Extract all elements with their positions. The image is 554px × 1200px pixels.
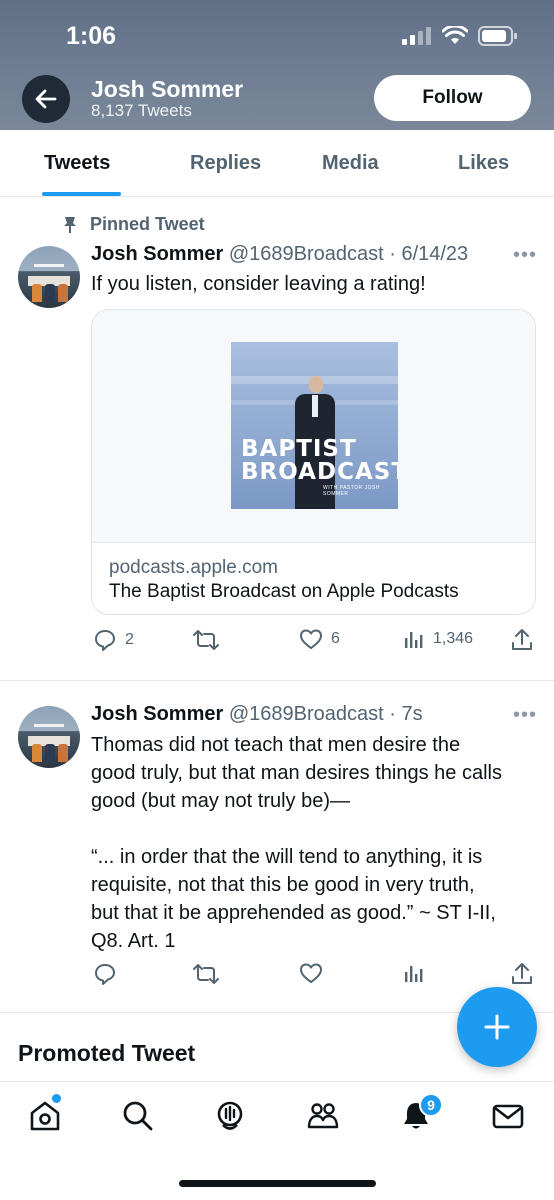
- avatar[interactable]: [18, 246, 80, 308]
- arrow-left-icon: [35, 89, 57, 109]
- tweet-text-line: requisite, not that this be good in very…: [91, 874, 475, 896]
- retweet-icon: [193, 964, 219, 984]
- views-button[interactable]: [403, 962, 425, 984]
- link-card[interactable]: BAPTIST BROADCAST. WITH PASTOR JOSH SOMM…: [91, 309, 536, 615]
- plus-icon: [484, 1014, 510, 1040]
- spaces-icon: [217, 1101, 243, 1130]
- tweet-text-line: Q8. Art. 1: [91, 930, 176, 952]
- tweet-text-line: but that it be apprehended as good.” ~ S…: [91, 902, 496, 924]
- tweet-author[interactable]: Josh Sommer: [91, 703, 223, 725]
- profile-header: 1:06 Josh Sommer 8,137 Tweets Follow: [0, 0, 554, 130]
- share-icon: [512, 629, 532, 650]
- tweet-text: Thomas did not teach that men desire the…: [91, 731, 541, 955]
- tweet-author-line: Josh Sommer @1689Broadcast · 7s: [91, 703, 423, 726]
- card-domain: podcasts.apple.com: [109, 557, 278, 578]
- nav-messages[interactable]: [491, 1099, 525, 1133]
- heart-icon: [300, 629, 322, 649]
- wifi-icon: [442, 26, 468, 44]
- status-icons: [402, 26, 518, 46]
- card-title: The Baptist Broadcast on Apple Podcasts: [109, 581, 459, 602]
- card-media: BAPTIST BROADCAST. WITH PASTOR JOSH SOMM…: [92, 310, 535, 543]
- status-time: 1:06: [66, 22, 117, 50]
- views-icon: [405, 632, 423, 648]
- nav-search[interactable]: [121, 1099, 155, 1133]
- nav-communities[interactable]: [306, 1099, 340, 1133]
- tweet-count: 8,137 Tweets: [91, 101, 192, 120]
- tweet-text-line: good (but may not truly be)—: [91, 790, 351, 812]
- share-icon: [512, 963, 532, 984]
- more-options-icon[interactable]: •••: [513, 704, 537, 727]
- reply-icon: [95, 964, 115, 985]
- profile-name: Josh Sommer: [91, 76, 244, 102]
- reply-count: 2: [125, 631, 134, 648]
- views-button[interactable]: 1,346: [403, 628, 473, 650]
- heart-icon: [300, 963, 322, 983]
- podcast-cover-image: BAPTIST BROADCAST. WITH PASTOR JOSH SOMM…: [231, 342, 398, 509]
- tweet-author[interactable]: Josh Sommer: [91, 243, 223, 265]
- reply-icon: [95, 630, 115, 651]
- cover-title-line2: BROADCAST.: [241, 459, 398, 485]
- search-icon: [123, 1101, 153, 1131]
- like-button[interactable]: 6: [299, 628, 340, 650]
- tab-replies[interactable]: Replies: [190, 152, 261, 175]
- like-count: 6: [331, 630, 340, 647]
- profile-tabs: Tweets Replies Media Likes: [0, 130, 554, 197]
- tweet-text-line: Thomas did not teach that men desire the: [91, 734, 461, 756]
- pinned-label: Pinned Tweet: [62, 214, 205, 235]
- home-indicator[interactable]: [179, 1180, 376, 1187]
- more-options-icon[interactable]: •••: [513, 244, 537, 267]
- compose-tweet-button[interactable]: [457, 987, 537, 1067]
- tab-media[interactable]: Media: [322, 152, 379, 175]
- pinned-text: Pinned Tweet: [90, 214, 205, 234]
- retweet-button[interactable]: [193, 962, 219, 986]
- tweet-text-line: “... in order that the will tend to anyt…: [91, 846, 483, 868]
- tab-likes[interactable]: Likes: [458, 152, 509, 175]
- share-button[interactable]: [511, 962, 533, 986]
- tweet-meta: @1689Broadcast · 6/14/23: [228, 243, 469, 265]
- pin-icon: [64, 216, 76, 233]
- cover-subtitle: WITH PASTOR JOSH SOMMER: [323, 485, 380, 497]
- tab-tweets[interactable]: Tweets: [44, 152, 110, 175]
- view-count: 1,346: [433, 630, 474, 647]
- tweet-actions: 2 6 1,346: [91, 628, 541, 652]
- home-icon: [30, 1101, 60, 1131]
- back-button[interactable]: [22, 75, 70, 123]
- nav-home[interactable]: [28, 1099, 62, 1133]
- tweet-text-line: good truly, but that man desires things …: [91, 762, 502, 784]
- retweet-button[interactable]: [193, 628, 219, 652]
- active-tab-indicator: [42, 192, 121, 196]
- tweet-text: If you listen, consider leaving a rating…: [91, 273, 426, 295]
- tweet-divider: [0, 680, 554, 681]
- retweet-icon: [193, 630, 219, 650]
- communities-icon: [307, 1103, 339, 1129]
- home-unread-dot: [52, 1094, 61, 1103]
- promoted-tweet-heading: Promoted Tweet: [18, 1040, 196, 1066]
- signal-icon: [402, 27, 431, 45]
- views-icon: [405, 966, 423, 982]
- nav-spaces[interactable]: [213, 1099, 247, 1133]
- reply-button[interactable]: 2: [93, 628, 134, 652]
- battery-icon: [478, 26, 517, 46]
- reply-button[interactable]: [93, 962, 117, 986]
- mail-icon: [492, 1104, 524, 1129]
- tweet-actions: [91, 962, 541, 986]
- share-button[interactable]: [511, 628, 533, 652]
- like-button[interactable]: [299, 962, 323, 984]
- follow-button[interactable]: Follow: [374, 75, 531, 121]
- tweet-meta: @1689Broadcast · 7s: [228, 703, 423, 725]
- tweet-author-line: Josh Sommer @1689Broadcast · 6/14/23: [91, 243, 468, 266]
- notifications-badge: 9: [419, 1093, 443, 1117]
- avatar[interactable]: [18, 706, 80, 768]
